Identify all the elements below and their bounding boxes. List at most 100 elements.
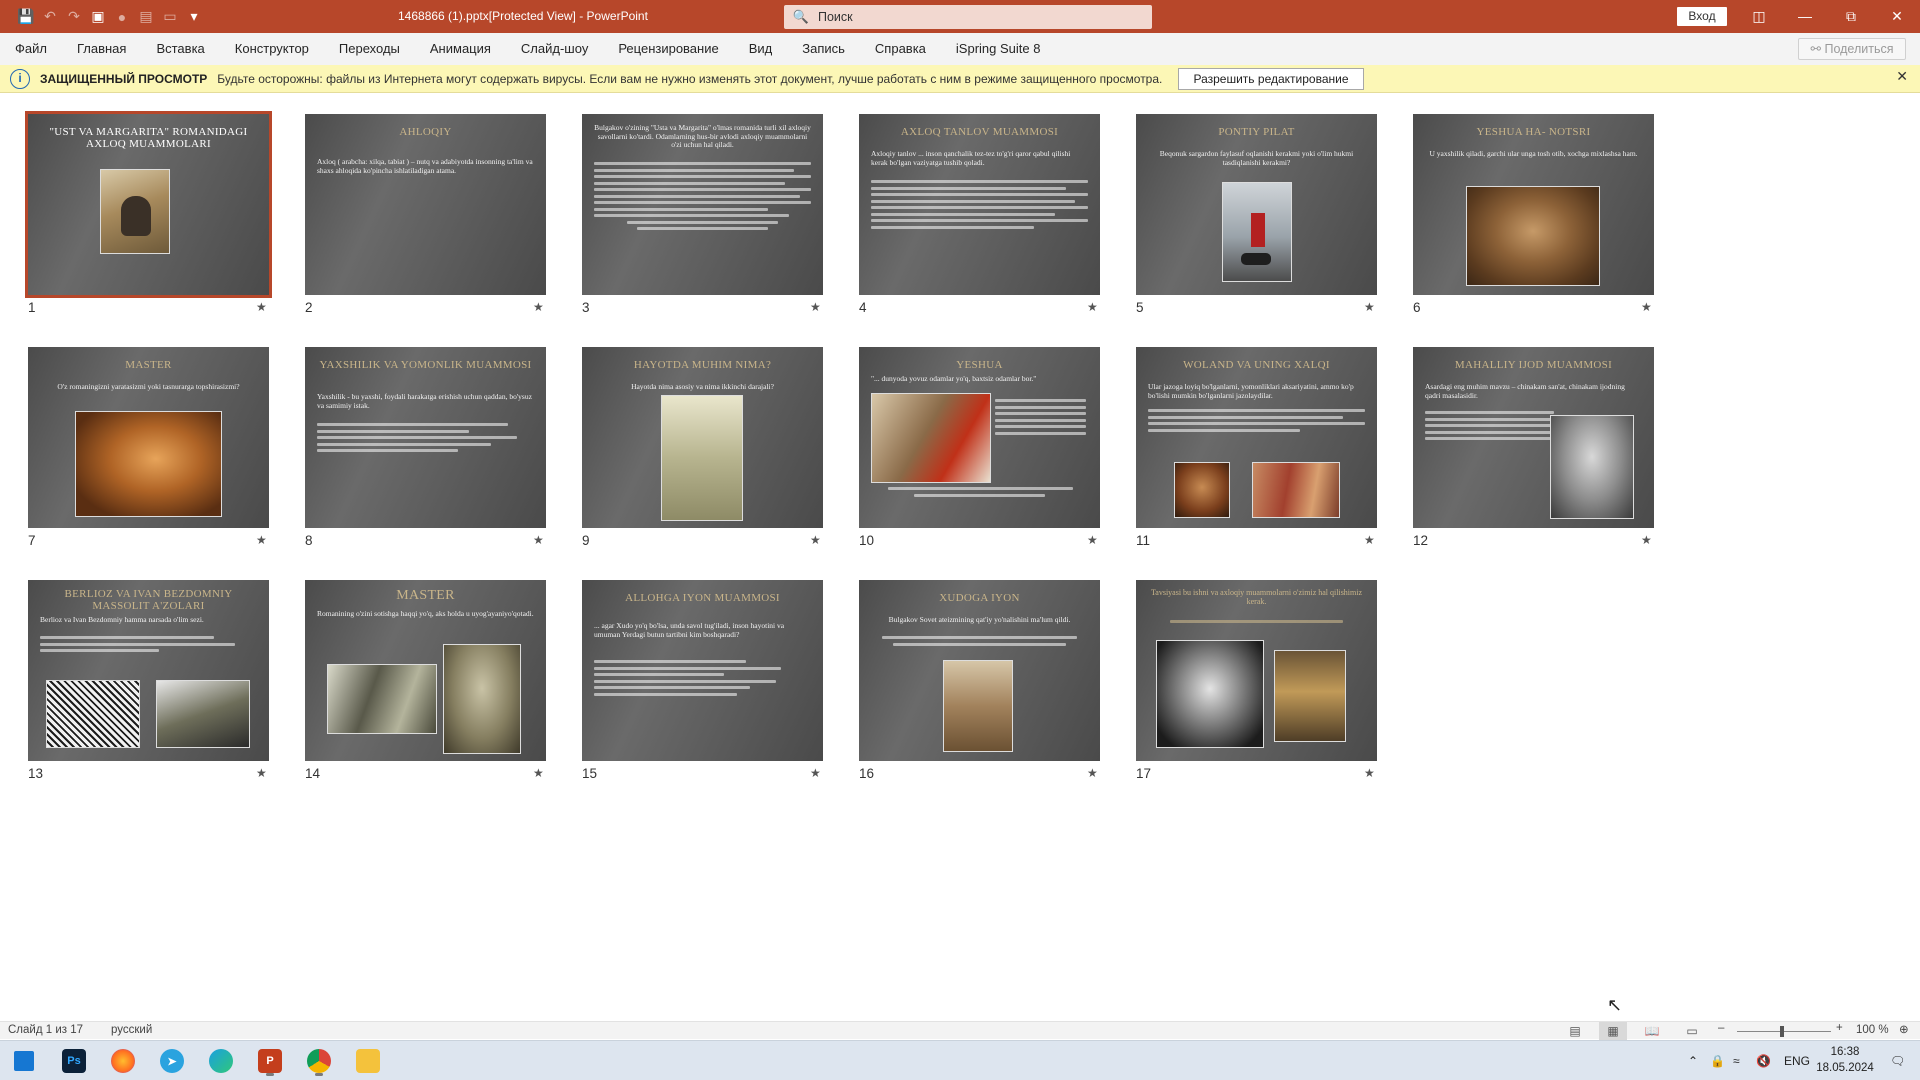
- protected-view-bar: i ЗАЩИЩЕННЫЙ ПРОСМОТР Будьте осторожны: …: [0, 65, 1920, 93]
- slide-image: [100, 169, 170, 254]
- tab-animations[interactable]: Анимация: [415, 33, 506, 65]
- tab-record[interactable]: Запись: [787, 33, 860, 65]
- present-icon[interactable]: ▣: [88, 7, 108, 27]
- edge-icon[interactable]: [201, 1045, 241, 1077]
- zoom-slider-thumb[interactable]: [1780, 1026, 1784, 1037]
- tab-help[interactable]: Справка: [860, 33, 941, 65]
- reading-view-icon[interactable]: 📖: [1638, 1022, 1666, 1040]
- slide-thumbnail-2[interactable]: AHLOQIY Axloq ( arabcha: xilqa, tabiat )…: [305, 114, 546, 295]
- transition-star-icon: ★: [1364, 766, 1375, 780]
- language-indicator[interactable]: русский: [111, 1024, 152, 1036]
- signin-button[interactable]: Вход: [1677, 7, 1727, 26]
- slide-thumbnail-7[interactable]: MASTER O'z romaningizni yaratasizmi yoki…: [28, 347, 269, 528]
- search-box[interactable]: 🔍 Поиск: [784, 5, 1152, 29]
- slide-body: Berlioz va Ivan Bezdomniy hamma narsada …: [40, 615, 204, 624]
- slide-thumbnail-15[interactable]: ALLOHGA IYON MUAMMOSI ... agar Xudo yo'q…: [582, 580, 823, 761]
- slide-thumbnail-3[interactable]: Bulgakov o'zining "Usta va Margarita" o'…: [582, 114, 823, 295]
- transition-star-icon: ★: [1087, 766, 1098, 780]
- share-button[interactable]: ⚯ Поделиться: [1798, 38, 1906, 60]
- zoom-slider[interactable]: [1737, 1031, 1831, 1032]
- slide-thumbnail-4[interactable]: AXLOQ TANLOV MUAMMOSI Axloqiy tanlov ...…: [859, 114, 1100, 295]
- slide-thumbnail-6[interactable]: YESHUA HA- NOTSRI U yaxshilik qiladi, ga…: [1413, 114, 1654, 295]
- security-icon[interactable]: 🔒: [1710, 1041, 1725, 1080]
- layout-icon[interactable]: ▤: [136, 7, 156, 27]
- undo-icon[interactable]: ↶: [40, 7, 60, 27]
- save-icon[interactable]: 💾: [16, 7, 36, 27]
- transition-star-icon: ★: [1364, 533, 1375, 547]
- zoom-out-icon[interactable]: –: [1718, 1022, 1724, 1034]
- slide-thumbnail-9[interactable]: HAYOTDA MUHIM NIMA? Hayotda nima asosiy …: [582, 347, 823, 528]
- tab-home[interactable]: Главная: [62, 33, 141, 65]
- system-clock[interactable]: 16:38 18.05.2024: [1810, 1044, 1880, 1076]
- minimize-icon[interactable]: —: [1782, 0, 1828, 33]
- zoom-in-icon[interactable]: +: [1836, 1022, 1843, 1034]
- transition-star-icon: ★: [810, 300, 821, 314]
- zoom-level[interactable]: 100 %: [1856, 1024, 1889, 1036]
- record-icon[interactable]: ●: [112, 7, 132, 27]
- slide-text-lines: [1425, 411, 1554, 444]
- powerpoint-icon[interactable]: P: [250, 1045, 290, 1077]
- normal-view-icon[interactable]: ▤: [1561, 1022, 1589, 1040]
- tab-slideshow[interactable]: Слайд-шоу: [506, 33, 603, 65]
- shield-info-icon: i: [10, 68, 30, 89]
- volume-muted-icon[interactable]: 🔇: [1756, 1041, 1771, 1080]
- slide-body: Romanining o'zini sotishga haqqi yo'q, a…: [317, 609, 534, 618]
- protected-view-message: Будьте осторожны: файлы из Интернета мог…: [217, 71, 1163, 86]
- slide-thumbnail-8[interactable]: YAXSHILIK VA YOMONLIK MUAMMOSI Yaxshilik…: [305, 347, 546, 528]
- slide-number: 1: [28, 300, 36, 315]
- slide-image: [871, 393, 991, 483]
- slide-title: HAYOTDA MUHIM NIMA?: [633, 359, 772, 371]
- transition-star-icon: ★: [256, 300, 267, 314]
- slide-text-lines: [871, 487, 1088, 500]
- fit-to-window-icon[interactable]: ⊕: [1899, 1022, 1909, 1036]
- slide-thumbnail-17[interactable]: Tavsiyasi bu ishni va axloqiy muammolarn…: [1136, 580, 1377, 761]
- tab-view[interactable]: Вид: [734, 33, 788, 65]
- slide-thumbnail-16[interactable]: XUDOGA IYON Bulgakov Sovet ateizmining q…: [859, 580, 1100, 761]
- wifi-icon[interactable]: ≈: [1733, 1041, 1740, 1080]
- slide-title: AHLOQIY: [399, 126, 452, 138]
- file-explorer-icon[interactable]: [348, 1045, 388, 1077]
- customize-qat-icon[interactable]: ▾: [184, 7, 204, 27]
- slide-number: 15: [582, 766, 598, 781]
- slide-thumbnail-14[interactable]: MASTER Romanining o'zini sotishga haqqi …: [305, 580, 546, 761]
- notifications-icon[interactable]: 🗨: [1890, 1041, 1905, 1080]
- tab-review[interactable]: Рецензирование: [603, 33, 733, 65]
- ribbon-display-icon[interactable]: ◫: [1736, 0, 1782, 33]
- tab-insert[interactable]: Вставка: [141, 33, 219, 65]
- telegram-icon[interactable]: ➤: [152, 1045, 192, 1077]
- tab-transitions[interactable]: Переходы: [324, 33, 415, 65]
- slide-thumbnail-5[interactable]: PONTIY PILAT Beqonuk sargardon faylasuf …: [1136, 114, 1377, 295]
- chevron-up-icon[interactable]: ⌃: [1688, 1041, 1698, 1080]
- slideshow-view-icon[interactable]: ▭: [1678, 1022, 1706, 1040]
- clock-date: 18.05.2024: [1816, 1062, 1874, 1074]
- tab-file[interactable]: Файл: [0, 33, 62, 65]
- windows-start-icon[interactable]: [4, 1045, 44, 1077]
- tab-ispring[interactable]: iSpring Suite 8: [941, 33, 1056, 65]
- shapes-icon[interactable]: ▭: [160, 7, 180, 27]
- input-language[interactable]: ENG: [1784, 1041, 1810, 1080]
- chrome-icon[interactable]: [299, 1045, 339, 1077]
- close-bar-icon[interactable]: ✕: [1896, 68, 1908, 85]
- firefox-icon[interactable]: [103, 1045, 143, 1077]
- redo-icon[interactable]: ↷: [64, 7, 84, 27]
- transition-star-icon: ★: [1641, 533, 1652, 547]
- slide-thumbnail-11[interactable]: WOLAND VA UNING XALQI Ular jazoga loyiq …: [1136, 347, 1377, 528]
- slide-sorter-view-icon[interactable]: ▦: [1599, 1022, 1627, 1040]
- slide-body: Axloqiy tanlov ... inson qanchalik tez-t…: [871, 149, 1071, 167]
- slide-title: YAXSHILIK VA YOMONLIK MUAMMOSI: [319, 359, 532, 371]
- slide-thumbnail-1[interactable]: "UST VA MARGARITA" ROMANIDAGI AXLOQ MUAM…: [25, 111, 272, 298]
- close-window-icon[interactable]: ✕: [1874, 0, 1920, 33]
- transition-star-icon: ★: [810, 533, 821, 547]
- slide-text-lines: [1148, 409, 1365, 435]
- slide-thumbnail-12[interactable]: MAHALLIY IJOD MUAMMOSI Asardagi eng muhi…: [1413, 347, 1654, 528]
- slide-number: 12: [1413, 533, 1429, 548]
- slide-text-lines: [871, 636, 1088, 649]
- quick-access-toolbar: 💾 ↶ ↷ ▣ ● ▤ ▭ ▾: [0, 7, 270, 27]
- tab-design[interactable]: Конструктор: [220, 33, 324, 65]
- photoshop-icon[interactable]: Ps: [54, 1045, 94, 1077]
- slide-thumbnail-10[interactable]: YESHUA "... dunyoda yovuz odamlar yo'q, …: [859, 347, 1100, 528]
- slide-image: [1550, 415, 1634, 519]
- restore-icon[interactable]: ⧉: [1828, 0, 1874, 33]
- slide-thumbnail-13[interactable]: BERLIOZ VA IVAN BEZDOMNIY MASSOLIT A'ZOL…: [28, 580, 269, 761]
- enable-editing-button[interactable]: Разрешить редактирование: [1178, 68, 1364, 90]
